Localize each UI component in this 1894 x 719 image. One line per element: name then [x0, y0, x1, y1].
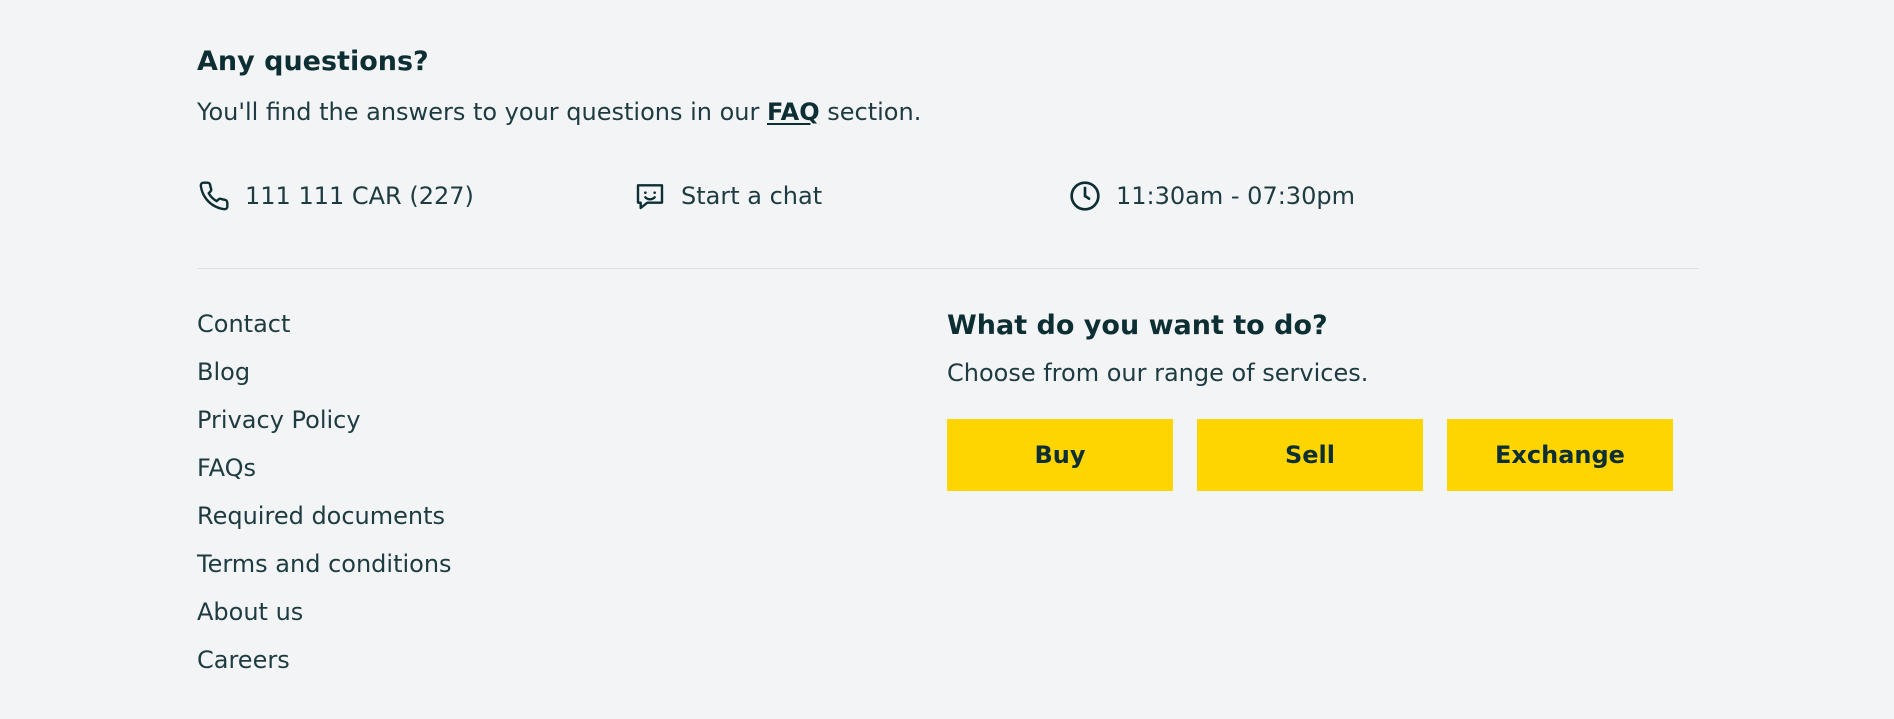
contact-phone[interactable]: 111 111 CAR (227)	[197, 176, 474, 216]
questions-text-after: section.	[819, 98, 922, 126]
footer-link-blog[interactable]: Blog	[197, 358, 250, 386]
phone-number: 111 111 CAR (227)	[245, 182, 474, 210]
footer-link-item: About us	[197, 592, 452, 640]
footer-link-required-documents[interactable]: Required documents	[197, 502, 445, 530]
service-buttons: Buy Sell Exchange	[947, 419, 1673, 491]
services-subtitle: Choose from our range of services.	[947, 359, 1369, 387]
sell-button[interactable]: Sell	[1197, 419, 1423, 491]
footer-container: Any questions? You'll find the answers t…	[197, 0, 1699, 719]
buy-button[interactable]: Buy	[947, 419, 1173, 491]
faq-link[interactable]: FAQ	[767, 98, 820, 126]
footer-link-about-us[interactable]: About us	[197, 598, 303, 626]
phone-icon	[197, 179, 231, 213]
divider	[197, 268, 1699, 269]
footer-link-contact[interactable]: Contact	[197, 310, 290, 338]
footer-link-faqs[interactable]: FAQs	[197, 454, 256, 482]
clock-icon	[1068, 179, 1102, 213]
services-heading: What do you want to do?	[947, 310, 1328, 341]
footer-link-item: FAQs	[197, 448, 452, 496]
footer-link-item: Required documents	[197, 496, 452, 544]
questions-text-before: You'll find the answers to your question…	[197, 98, 767, 126]
questions-heading: Any questions?	[197, 46, 429, 77]
footer-link-item: Blog	[197, 352, 452, 400]
footer-link-item: Careers	[197, 640, 452, 688]
footer-link-item: Contact	[197, 304, 452, 352]
exchange-button[interactable]: Exchange	[1447, 419, 1673, 491]
questions-text: You'll find the answers to your question…	[197, 96, 921, 128]
footer-link-item: Privacy Policy	[197, 400, 452, 448]
chat-label: Start a chat	[681, 182, 823, 210]
footer-link-careers[interactable]: Careers	[197, 646, 290, 674]
footer-links: Contact Blog Privacy Policy FAQs Require…	[197, 304, 452, 688]
contact-row: 111 111 CAR (227) Start a chat 11:30am -…	[197, 176, 1699, 216]
chat-icon	[633, 179, 667, 213]
footer-link-item: Terms and conditions	[197, 544, 452, 592]
footer-link-privacy-policy[interactable]: Privacy Policy	[197, 406, 361, 434]
services-section: What do you want to do? Choose from our …	[947, 306, 1699, 491]
contact-chat[interactable]: Start a chat	[633, 176, 822, 216]
footer-link-terms[interactable]: Terms and conditions	[197, 550, 452, 578]
opening-hours: 11:30am - 07:30pm	[1116, 182, 1355, 210]
contact-hours: 11:30am - 07:30pm	[1068, 176, 1355, 216]
